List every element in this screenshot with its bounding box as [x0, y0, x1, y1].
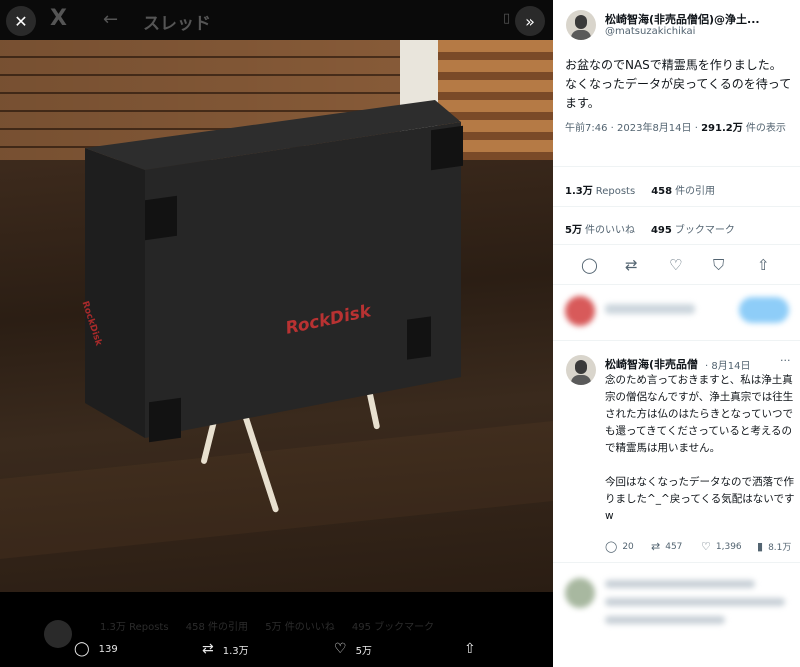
- heart-icon: ♡: [701, 540, 711, 553]
- share-icon: ⇧: [464, 641, 476, 657]
- close-icon: ✕: [14, 11, 28, 31]
- nas-enclosure: RockDisk RockDisk: [79, 100, 465, 443]
- tweet-timestamp[interactable]: 午前7:46 · 2023年8月14日 ·: [565, 123, 701, 134]
- repost-quote-stats: 1.3万 Reposts 458 件の引用: [565, 182, 715, 197]
- reply-date[interactable]: · 8月14日: [705, 357, 750, 372]
- reply-repost-button[interactable]: ⇄ 457: [651, 540, 682, 553]
- back-arrow-icon: ←: [103, 9, 119, 30]
- close-button[interactable]: ✕: [6, 6, 36, 36]
- quotes-link[interactable]: 458 件の引用: [651, 186, 715, 197]
- reply-like-button[interactable]: ♡ 1,396: [701, 540, 742, 553]
- reply-icon: ◯: [74, 641, 90, 657]
- x-logo: X: [50, 6, 67, 31]
- thread-title: スレッド: [143, 14, 211, 34]
- author-handle[interactable]: @matsuzakichikai: [605, 26, 695, 37]
- like-bookmark-stats: 5万 件のいいね 495 ブックマーク: [565, 221, 735, 236]
- bookmarks-link[interactable]: 495 ブックマーク: [651, 225, 735, 236]
- tweet-meta: 午前7:46 · 2023年8月14日 · 291.2万 件の表示: [565, 120, 795, 138]
- bar-chart-icon: ▮: [757, 540, 764, 553]
- rubber-foot: [407, 316, 431, 360]
- bookmark-icon[interactable]: ⛉: [713, 256, 724, 274]
- tweet-action-bar: ◯ ⇄ ♡ ⛉ ⇧: [553, 256, 800, 276]
- likes-link[interactable]: 5万 件のいいね: [565, 225, 635, 236]
- rubber-foot: [145, 195, 177, 241]
- tweet-panel: 松崎智海(非売品僧侶)@浄土... @matsuzakichikai お盆なので…: [553, 0, 800, 667]
- expand-panel-button[interactable]: »: [515, 6, 545, 36]
- next-reply: [553, 568, 800, 667]
- share-icon[interactable]: ⇧: [757, 256, 770, 274]
- rubber-foot: [431, 125, 463, 171]
- heart-icon: ♡: [334, 641, 347, 657]
- rubber-foot: [149, 397, 181, 443]
- more-options-icon[interactable]: ···: [780, 354, 791, 367]
- faded-stats: 1.3万 Reposts 458 件の引用 5万 件のいいね 495 ブックマー…: [100, 622, 435, 633]
- tweet-text: お盆なのでNASで精霊馬を作りました。なくなったデータが戻ってくるのを待ってます…: [565, 58, 792, 110]
- reply-icon[interactable]: ◯: [581, 256, 598, 274]
- share-button[interactable]: ⇧: [464, 640, 485, 658]
- book-icon: ▯: [503, 11, 511, 26]
- media-viewer: ✕ X ← スレッド ▯ » RockDisk RockDisk 1.3万 Re…: [0, 0, 553, 667]
- avatar[interactable]: [566, 355, 596, 385]
- reply-button[interactable]: ◯ 139: [74, 640, 118, 658]
- reply-icon: ◯: [605, 540, 618, 553]
- reply-action-bar: ◯ 20 ⇄ 457 ♡ 1,396 ▮ 8.1万: [605, 540, 800, 556]
- reply-author-name[interactable]: 松崎智海(非売品僧: [605, 356, 698, 372]
- viewer-top-bar: ✕ X ← スレッド ▯ »: [0, 0, 553, 40]
- repost-icon: ⇄: [202, 641, 214, 657]
- author-name[interactable]: 松崎智海(非売品僧侶)@浄土...: [605, 11, 800, 27]
- chevron-right-double-icon: »: [525, 11, 535, 31]
- reply-text: 念のため言っておきますと、私は浄土真宗の僧侶なんですが、浄土真宗では往生された方…: [605, 374, 795, 522]
- repost-icon[interactable]: ⇄: [625, 256, 638, 274]
- reply-composer[interactable]: [553, 290, 800, 332]
- viewer-action-bar: ◯ 139 ⇄ 1.3万 ♡ 5万 ⇧: [0, 640, 553, 662]
- viewer-bottom-bar: 1.3万 Reposts 458 件の引用 5万 件のいいね 495 ブックマー…: [0, 592, 553, 667]
- repost-button[interactable]: ⇄ 1.3万: [202, 640, 249, 658]
- reply-views-button[interactable]: ▮ 8.1万: [757, 540, 791, 553]
- heart-icon[interactable]: ♡: [669, 256, 682, 274]
- avatar[interactable]: [566, 10, 596, 40]
- views-count: 291.2万: [701, 123, 743, 134]
- repost-icon: ⇄: [651, 540, 661, 553]
- tweet-photo[interactable]: RockDisk RockDisk: [0, 40, 553, 592]
- views-label: 件の表示: [742, 123, 786, 134]
- reposts-link[interactable]: 1.3万 Reposts: [565, 186, 635, 197]
- like-button[interactable]: ♡ 5万: [334, 640, 372, 658]
- reply-reply-button[interactable]: ◯ 20: [605, 540, 634, 553]
